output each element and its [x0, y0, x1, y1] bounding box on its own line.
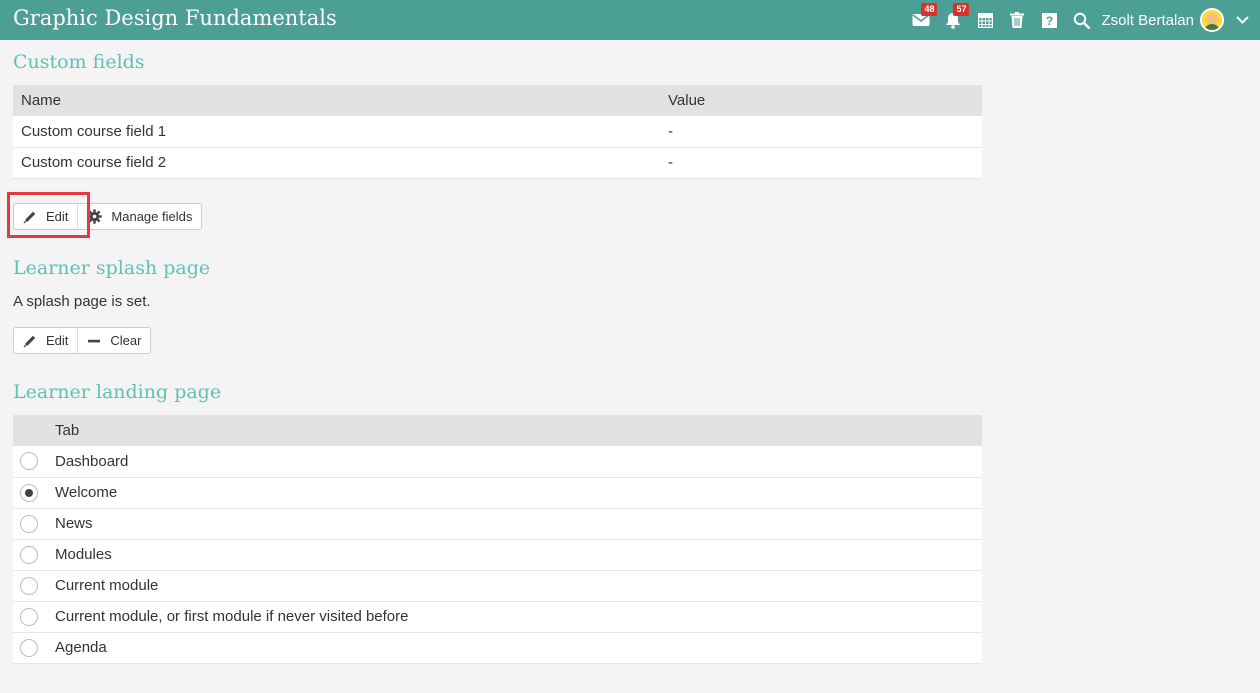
column-header-tab: Tab	[55, 415, 982, 446]
user-menu-toggle[interactable]	[1224, 0, 1260, 40]
landing-option-label: Welcome	[55, 477, 982, 509]
radio-cell	[13, 508, 55, 540]
radio-cell	[13, 539, 55, 571]
pencil-icon	[23, 335, 36, 347]
list-item[interactable]: Current module, or first module if never…	[13, 601, 982, 633]
landing-option-label: News	[55, 508, 982, 540]
landing-option-radio[interactable]	[20, 483, 38, 502]
landing-page-table: Tab Dashboard Welcome News Modules Current m…	[13, 415, 982, 664]
edit-label: Edit	[46, 333, 69, 348]
messages-badge: 48	[921, 3, 938, 16]
landing-option-radio[interactable]	[20, 638, 38, 657]
highlight-box	[7, 192, 90, 238]
field-value-cell: -	[668, 147, 982, 179]
learner-landing-title: Learner landing page	[13, 381, 222, 403]
learner-splash-title: Learner splash page	[13, 257, 211, 279]
radio-cell	[13, 570, 55, 602]
landing-option-label: Current module	[55, 570, 982, 602]
table-header-row: Name Value	[13, 85, 982, 116]
radio-cell	[13, 601, 55, 633]
notifications-button[interactable]: 57	[937, 0, 970, 40]
radio-cell	[13, 477, 55, 509]
column-header-name: Name	[13, 85, 668, 116]
field-name-cell: Custom course field 1	[13, 116, 668, 148]
column-header-value: Value	[668, 85, 982, 116]
svg-text:?: ?	[1046, 14, 1053, 28]
landing-option-radio[interactable]	[20, 576, 38, 595]
table-row: Custom course field 1 -	[13, 116, 982, 148]
top-actions: 48 57 ? Zsolt Bertalan	[905, 0, 1260, 40]
chevron-down-icon	[1235, 16, 1249, 24]
clear-label: Clear	[110, 333, 142, 348]
manage-fields-button[interactable]: Manage fields	[77, 204, 201, 229]
list-item[interactable]: Modules	[13, 539, 982, 571]
radio-cell	[13, 446, 55, 478]
list-item[interactable]: Dashboard	[13, 446, 982, 478]
custom-fields-title: Custom fields	[13, 51, 145, 73]
table-header-row: Tab	[13, 415, 982, 446]
landing-option-label: Current module, or first module if never…	[55, 601, 982, 633]
list-item[interactable]: Welcome	[13, 477, 982, 509]
messages-button[interactable]: 48	[905, 0, 938, 40]
minus-icon	[88, 339, 101, 342]
help-icon: ?	[1041, 12, 1057, 28]
radio-cell	[13, 632, 55, 664]
custom-fields-table: Name Value Custom course field 1 - Custo…	[13, 85, 982, 179]
landing-option-label: Dashboard	[55, 446, 982, 478]
landing-option-label: Agenda	[55, 632, 982, 664]
landing-option-radio[interactable]	[20, 452, 38, 471]
splash-status-text: A splash page is set.	[13, 293, 151, 310]
help-button[interactable]: ?	[1033, 0, 1065, 40]
clear-splash-button[interactable]: Clear	[77, 328, 150, 353]
field-value-cell: -	[668, 116, 982, 148]
splash-actions: Edit Clear	[13, 327, 152, 354]
field-name-cell: Custom course field 2	[13, 147, 668, 179]
course-title: Graphic Design Fundamentals	[13, 6, 337, 30]
edit-splash-button[interactable]: Edit	[14, 328, 77, 353]
radio-column-header	[13, 415, 55, 446]
avatar[interactable]	[1200, 8, 1224, 32]
table-row: Custom course field 2 -	[13, 147, 982, 179]
list-item[interactable]: Current module	[13, 570, 982, 602]
search-button[interactable]	[1065, 0, 1097, 40]
calendar-button[interactable]	[969, 0, 1001, 40]
trash-icon	[1010, 12, 1025, 28]
landing-option-radio[interactable]	[20, 514, 38, 533]
list-item[interactable]: News	[13, 508, 982, 540]
search-icon	[1073, 12, 1090, 29]
landing-option-radio[interactable]	[20, 545, 38, 564]
user-name[interactable]: Zsolt Bertalan	[1101, 12, 1194, 29]
calendar-grid-icon	[977, 12, 993, 28]
top-bar: Graphic Design Fundamentals 48 57 ? Zsol…	[0, 0, 1260, 40]
list-item[interactable]: Agenda	[13, 632, 982, 664]
landing-option-label: Modules	[55, 539, 982, 571]
trash-button[interactable]	[1001, 0, 1033, 40]
avatar-body	[1204, 24, 1220, 30]
notifications-badge: 57	[953, 3, 970, 16]
landing-option-radio[interactable]	[20, 607, 38, 626]
manage-fields-label: Manage fields	[111, 209, 193, 224]
